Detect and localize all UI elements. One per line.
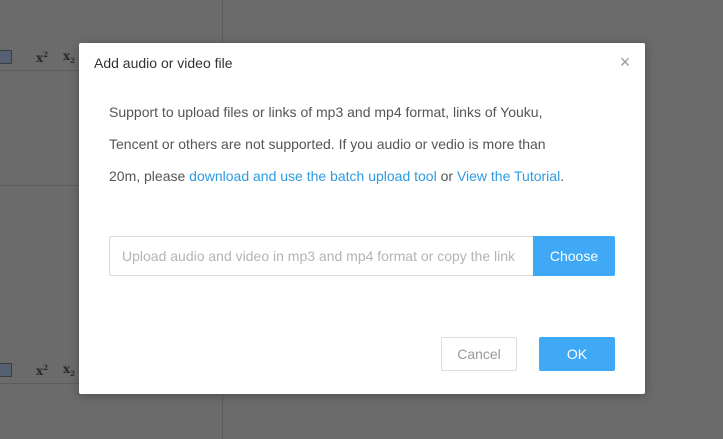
description-line-3-suffix: . — [560, 168, 565, 184]
insert-image-icon[interactable] — [0, 50, 12, 64]
ok-button[interactable]: OK — [539, 337, 615, 371]
view-tutorial-link[interactable]: View the Tutorial — [457, 168, 560, 184]
choose-file-button[interactable]: Choose — [533, 236, 615, 276]
description-line-3-prefix: 20m, please — [109, 168, 190, 184]
description-line-3: 20m, please download and use the batch u… — [109, 160, 619, 192]
description-line-2: Tencent or others are not supported. If … — [109, 136, 546, 152]
subscript-button[interactable]: x2 — [63, 49, 75, 66]
close-icon[interactable]: × — [617, 53, 633, 71]
description-or-text: or — [436, 168, 457, 184]
superscript-button[interactable]: x2 — [36, 49, 48, 65]
insert-image-icon[interactable] — [0, 363, 12, 377]
upload-row: Choose — [109, 236, 615, 276]
dialog-title: Add audio or video file — [94, 55, 233, 71]
cancel-button[interactable]: Cancel — [441, 337, 517, 371]
description-line-1: Support to upload files or links of mp3 … — [109, 104, 543, 120]
media-url-input[interactable] — [109, 236, 546, 276]
dialog-description: Support to upload files or links of mp3 … — [109, 96, 619, 192]
batch-upload-tool-link[interactable]: download and use the batch upload tool — [189, 168, 437, 184]
add-media-dialog: Add audio or video file × Support to upl… — [79, 43, 645, 394]
superscript-button[interactable]: x2 — [36, 362, 48, 378]
subscript-button[interactable]: x2 — [63, 362, 75, 379]
